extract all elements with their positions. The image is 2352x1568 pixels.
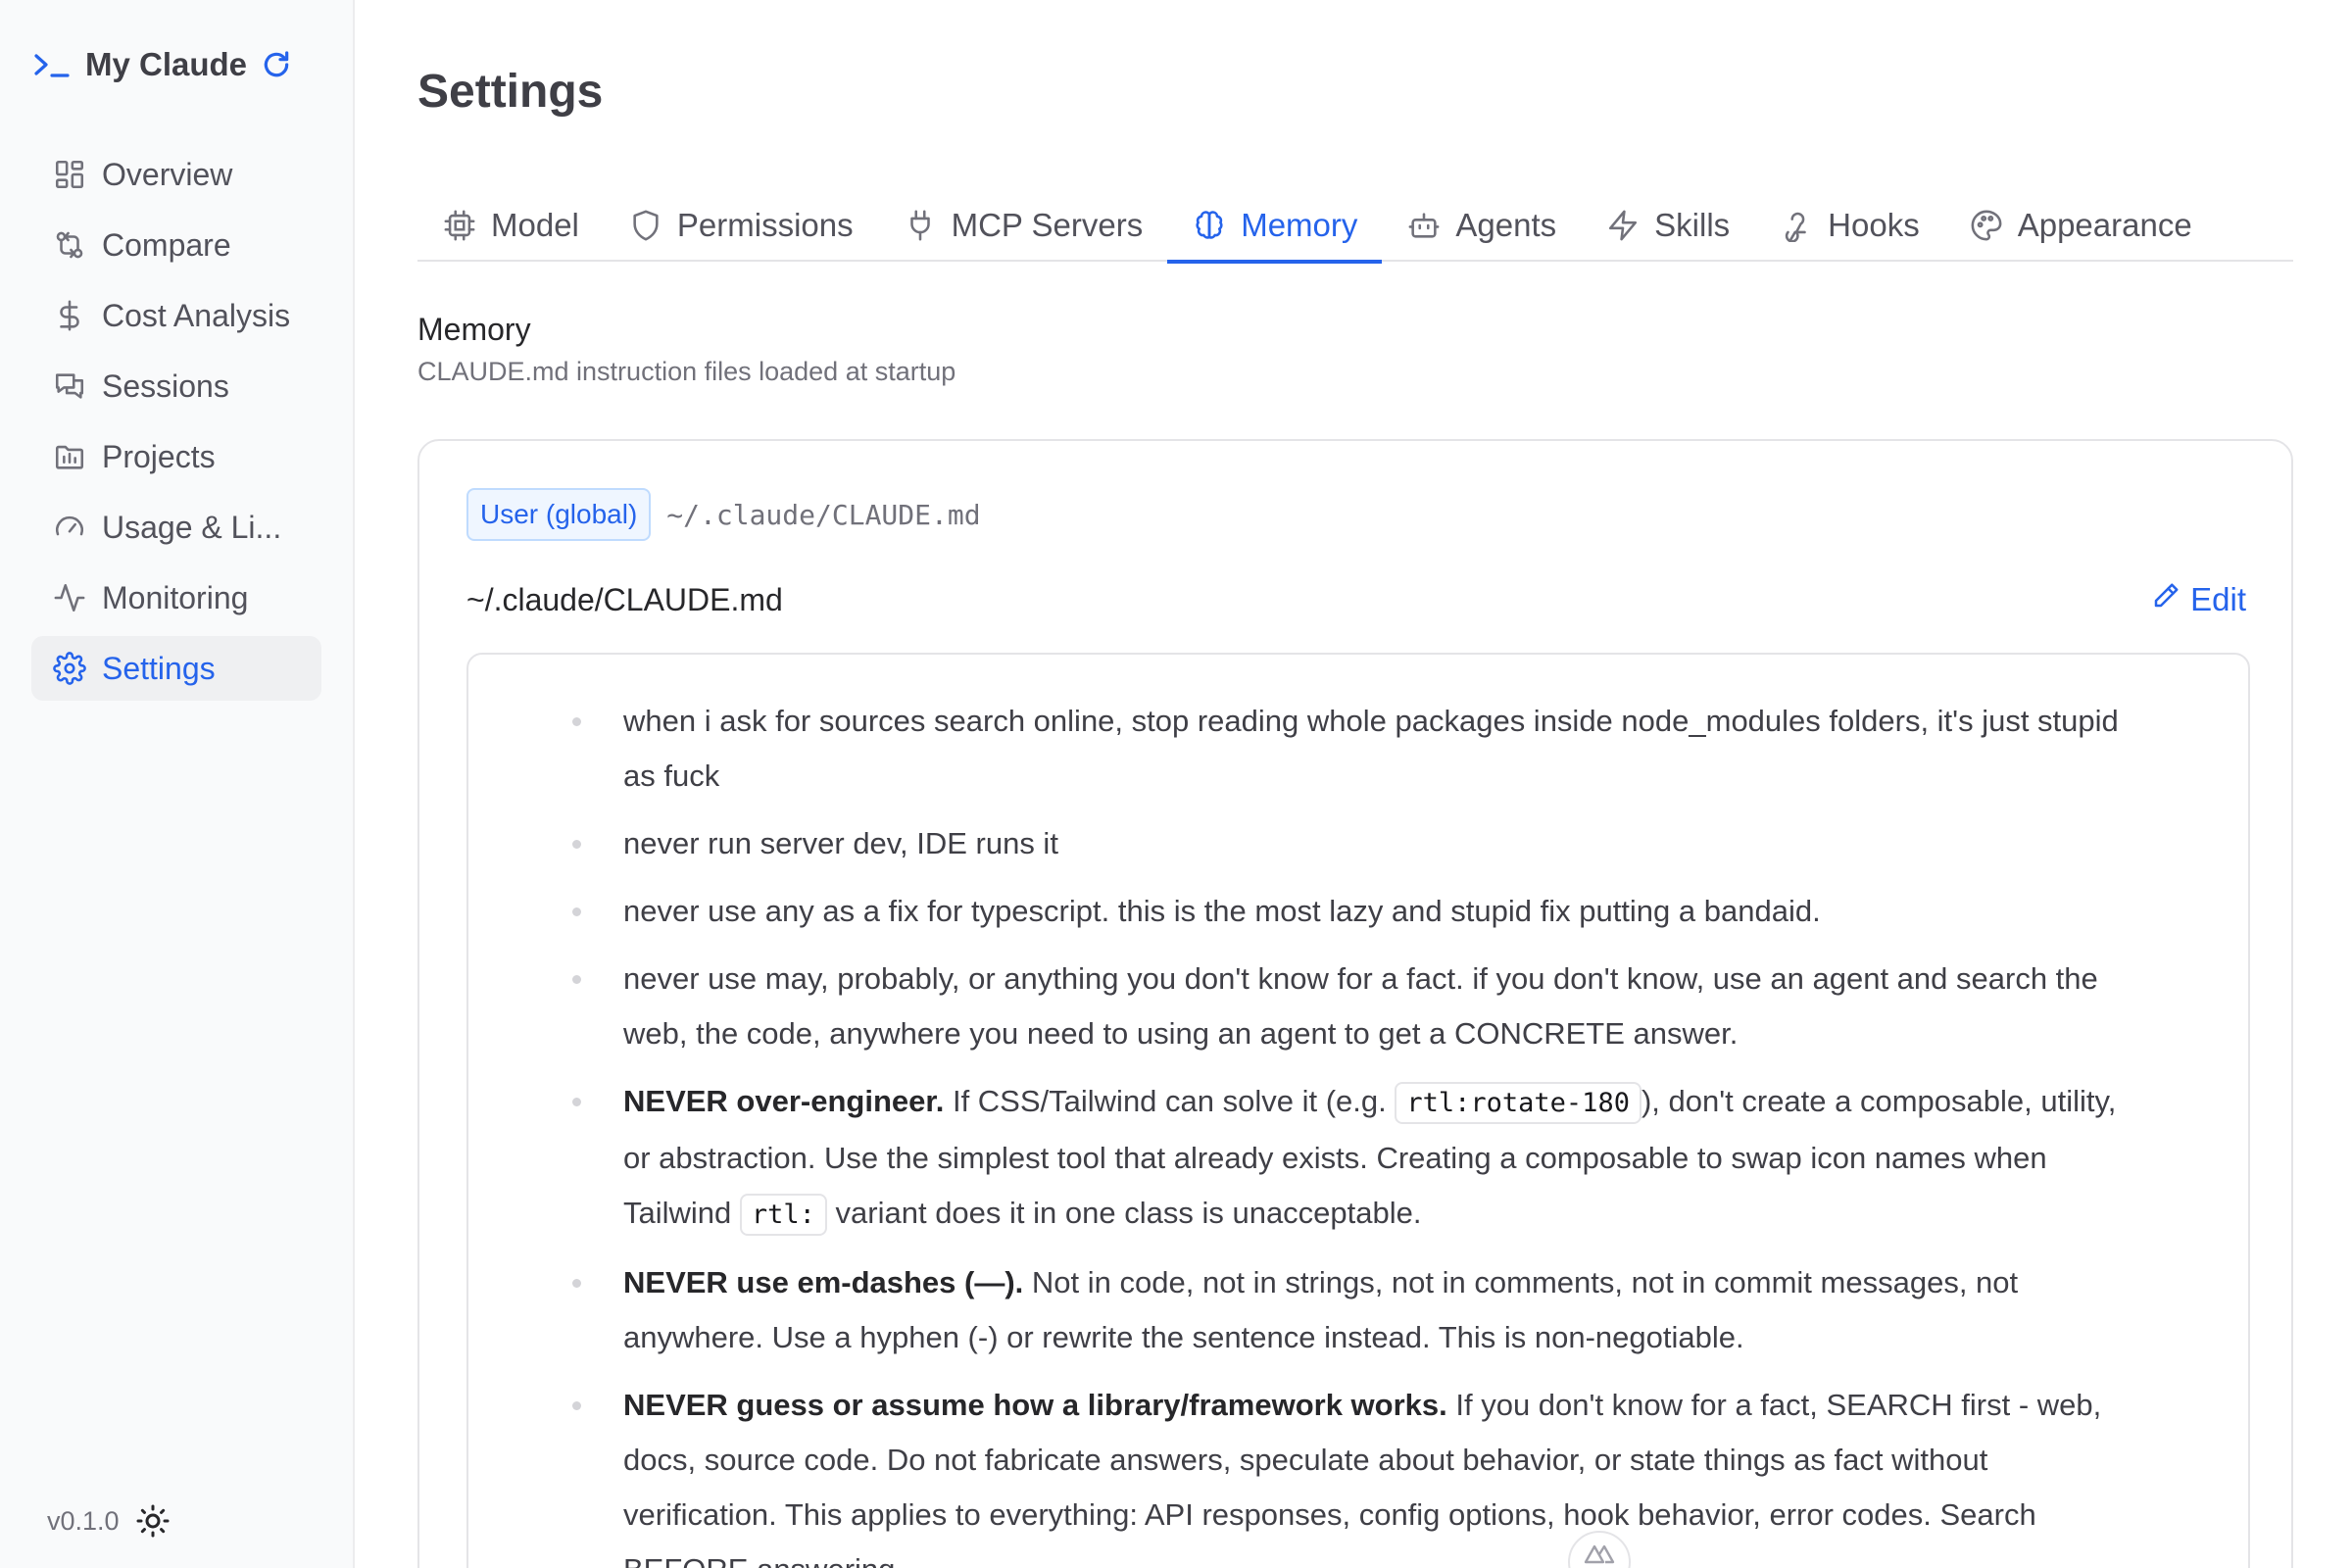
tab-permissions[interactable]: Permissions [604,188,878,262]
sidebar-item-label: Projects [102,438,216,474]
rule-text: variant does it in one class is unaccept… [826,1196,1422,1230]
main-content: Settings Model Permissions MCP Servers M… [417,0,2293,1568]
sidebar-item-overview[interactable]: Overview [31,142,321,207]
file-name: ~/.claude/CLAUDE.md [466,581,783,617]
sidebar-item-sessions[interactable]: Sessions [31,354,321,418]
sidebar-item-compare[interactable]: Compare [31,213,321,277]
edit-label: Edit [2190,581,2246,617]
sidebar-item-label: Overview [102,156,233,192]
plug-icon [903,208,938,243]
sidebar-item-label: Settings [102,650,216,686]
brand-title: My Claude [85,46,248,82]
zap-icon [1605,208,1641,243]
activity-icon [51,579,88,616]
scope-row: User (global) ~/.claude/CLAUDE.md [466,488,981,541]
section-subtitle: CLAUDE.md instruction files loaded at st… [417,357,956,386]
app-version: v0.1.0 [47,1505,120,1536]
sidebar-item-monitoring[interactable]: Monitoring [31,565,321,630]
shield-icon [628,208,663,243]
sidebar-item-label: Compare [102,226,231,263]
webhook-icon [1779,208,1814,243]
rule-item: never use any as a fix for typescript. t… [468,884,2134,939]
inline-code: rtl:rotate-180 [1395,1082,1642,1124]
sidebar-item-label: Usage & Li... [102,509,282,545]
sidebar: My Claude Overview Compare Cost Analysis [0,0,355,1568]
rule-item: when i ask for sources search online, st… [468,694,2134,804]
tab-label: Permissions [676,206,854,243]
gear-icon [51,650,88,687]
terminal-prompt-icon [32,48,72,81]
tab-label: Model [491,206,579,243]
rule-text: never use may, probably, or anything you… [623,961,2098,1051]
tab-label: MCP Servers [951,206,1144,243]
refresh-icon[interactable] [261,49,292,80]
tab-memory[interactable]: Memory [1167,188,1383,264]
rule-item: NEVER guess or assume how a library/fram… [468,1378,2134,1568]
sidebar-item-settings[interactable]: Settings [31,636,321,701]
markdown-preview: when i ask for sources search online, st… [466,653,2250,1568]
sidebar-item-label: Monitoring [102,579,249,615]
rule-item: never use may, probably, or anything you… [468,952,2134,1061]
sidebar-footer: v0.1.0 [47,1501,172,1541]
rule-item: NEVER over-engineer. If CSS/Tailwind can… [468,1074,2134,1243]
rule-emphasis: NEVER over-engineer. [623,1084,945,1118]
bot-icon [1406,208,1442,243]
tab-mcp-servers[interactable]: MCP Servers [878,188,1168,262]
tab-hooks[interactable]: Hooks [1754,188,1944,262]
section-title: Memory [417,312,531,347]
chat-bubbles-icon [51,368,88,405]
sidebar-item-usage-limits[interactable]: Usage & Li... [31,495,321,560]
tab-skills[interactable]: Skills [1581,188,1754,262]
cpu-icon [442,208,477,243]
rule-text: never use any as a fix for typescript. t… [623,894,1821,928]
git-compare-icon [51,226,88,264]
nuxt-devtools-icon [1583,1541,1616,1568]
inline-code: rtl: [739,1194,827,1236]
rule-emphasis: NEVER use em-dashes (—). [623,1265,1024,1299]
folder-chart-icon [51,438,88,475]
rule-text: If CSS/Tailwind can solve it (e.g. [944,1084,1396,1118]
rule-text: when i ask for sources search online, st… [623,704,2119,793]
layout-grid-icon [51,156,88,193]
rules-list: when i ask for sources search online, st… [468,694,2134,1568]
dollar-icon [51,297,88,334]
rule-text: never run server dev, IDE runs it [623,826,1058,860]
tab-label: Agents [1455,206,1557,243]
palette-icon [1969,208,2004,243]
tab-agents[interactable]: Agents [1382,188,1581,262]
scope-badge: User (global) [466,488,652,541]
memory-file-card: User (global) ~/.claude/CLAUDE.md ~/.cla… [417,439,2293,1568]
page-title: Settings [417,66,604,118]
sidebar-item-label: Cost Analysis [102,297,291,333]
tab-label: Memory [1241,206,1358,243]
brand[interactable]: My Claude [32,43,292,86]
tab-label: Hooks [1828,206,1920,243]
sidebar-item-projects[interactable]: Projects [31,424,321,489]
tab-label: Skills [1654,206,1731,243]
sidebar-item-label: Sessions [102,368,229,404]
brain-icon [1192,208,1227,243]
edit-button[interactable]: Edit [2151,581,2246,618]
scope-path: ~/.claude/CLAUDE.md [666,498,981,531]
rule-item: NEVER use em-dashes (—). Not in code, no… [468,1255,2134,1365]
sidebar-item-cost-analysis[interactable]: Cost Analysis [31,283,321,348]
gauge-icon [51,509,88,546]
rule-emphasis: NEVER guess or assume how a library/fram… [623,1388,1447,1422]
file-header: ~/.claude/CLAUDE.md Edit [466,578,2246,621]
tab-model[interactable]: Model [417,188,604,262]
rule-item: never run server dev, IDE runs it [468,816,2134,871]
settings-tabs: Model Permissions MCP Servers Memory Age… [417,188,2293,264]
tab-appearance[interactable]: Appearance [1944,188,2217,262]
pencil-icon [2151,581,2180,618]
sun-icon[interactable] [133,1501,172,1541]
tab-label: Appearance [2017,206,2192,243]
sidebar-nav: Overview Compare Cost Analysis Sessions … [31,142,321,707]
